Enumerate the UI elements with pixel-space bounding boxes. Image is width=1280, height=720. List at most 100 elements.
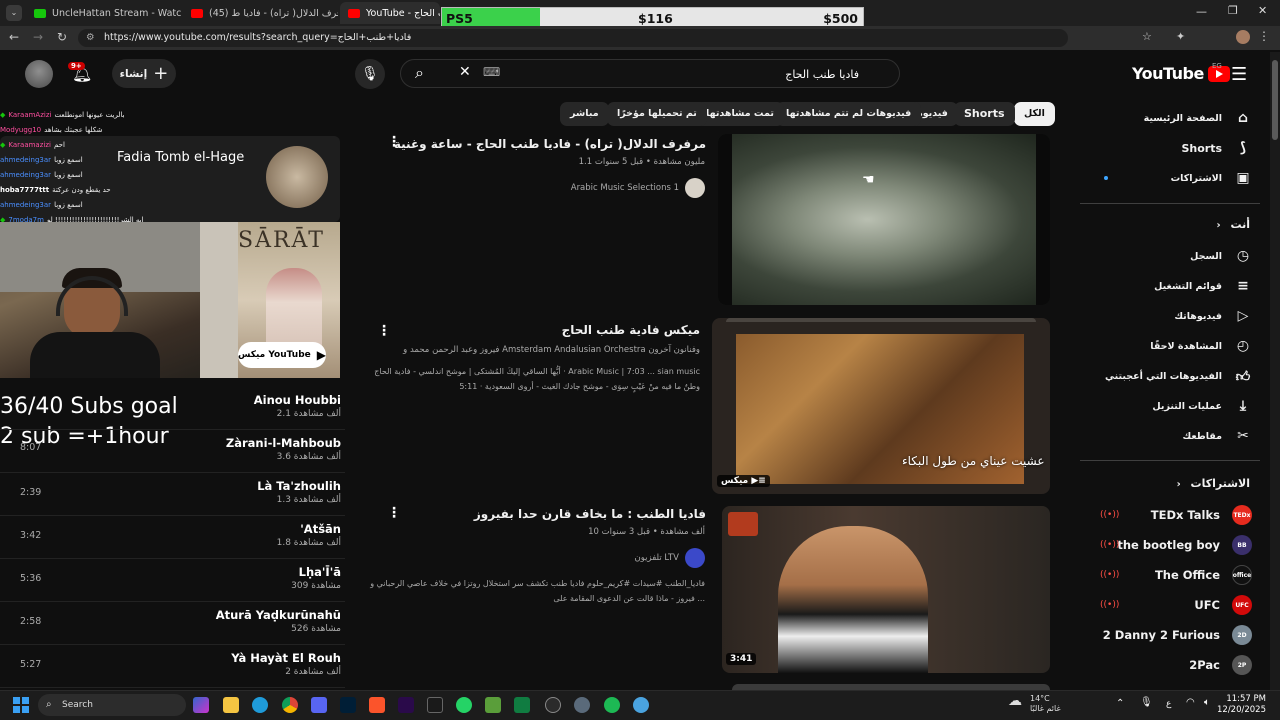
wifi-icon[interactable]: ◠ (1186, 697, 1195, 708)
page-scrollbar[interactable] (1270, 52, 1280, 690)
your-videos-icon: ▷ (1237, 308, 1249, 324)
search-icon[interactable]: ⌕ (415, 63, 424, 83)
minimize-button[interactable]: — (1196, 5, 1207, 18)
track-duration: 2:58 (20, 616, 42, 627)
sidebar-item-clips[interactable]: مقاطعك ✂ (1080, 421, 1260, 451)
guide-menu-icon[interactable]: ☰ (1231, 64, 1247, 85)
taskbar-clock[interactable]: 11:57 PM 12/20/2025 (1217, 694, 1266, 716)
browser-tab-stream[interactable]: UncleHattan Stream - Watch Li... ✕ (26, 2, 181, 24)
chrome-icon[interactable] (282, 697, 298, 713)
chip-unwatched[interactable]: فيديوهات لم تتم مشاهدتها (776, 102, 922, 126)
chip-live[interactable]: مباشر (560, 102, 609, 126)
video-title[interactable]: مرفرف الدلال( تراه) - فاديا طنب الحاج - … (394, 137, 706, 151)
playlist-track[interactable]: 3:42 'Atšān 1.8 ألف مشاهدة (0, 516, 345, 559)
sidebar-item-home[interactable]: الصفحة الرئيسية ⌂ (1080, 103, 1260, 133)
extensions-icon[interactable]: ✦ (1176, 30, 1185, 43)
whatsapp-icon[interactable] (456, 697, 472, 713)
sidebar-item-your-videos[interactable]: فيديوهاتك ▷ (1080, 301, 1260, 331)
site-info-icon[interactable]: ⚙ (86, 29, 95, 47)
copilot-icon[interactable] (193, 697, 209, 713)
voice-search-button[interactable]: 🎙 (355, 59, 385, 89)
video-thumbnail[interactable]: ☚ (718, 134, 1050, 305)
sub-item-2pac[interactable]: 2Pac 2P (1080, 650, 1260, 680)
search-box[interactable]: ⌨ ✕ ⌕ (400, 59, 900, 88)
playlist-track[interactable]: 5:36 Lḥa'Ī'ā 309 مشاهدة (0, 559, 345, 602)
channel-avatar: TEDx (1232, 505, 1252, 525)
capcut-icon[interactable] (427, 697, 443, 713)
maximize-button[interactable]: ❐ (1228, 4, 1238, 17)
youtube-mix-pill[interactable]: ميكس YouTube ▶ (238, 342, 326, 368)
more-actions-icon[interactable]: ⋮ (387, 134, 401, 150)
chip-watched[interactable]: تمت مشاهدتها (696, 102, 784, 126)
subscriptions-section-title[interactable]: › الاشتراكات (1080, 477, 1250, 490)
video-thumbnail[interactable]: 3:41 (722, 506, 1050, 673)
back-button[interactable]: ← (4, 27, 24, 47)
sidebar-item-watch-later[interactable]: المشاهدة لاحقًا ◴ (1080, 331, 1260, 361)
close-window-button[interactable]: ✕ (1258, 4, 1267, 17)
windows-start-icon[interactable] (13, 697, 29, 713)
obs-icon[interactable] (545, 697, 561, 713)
volume-icon[interactable]: 🔈︎ (1204, 697, 1210, 708)
chip-shorts[interactable]: Shorts (954, 102, 1015, 126)
taskbar-search[interactable]: ⌕ Search (38, 694, 186, 716)
tray-chevron-icon[interactable]: ⌃ (1116, 698, 1124, 709)
channel-row[interactable]: Arabic Music Selections 1 (571, 178, 705, 198)
excel-icon[interactable] (514, 697, 530, 713)
language-indicator[interactable]: ع (1166, 699, 1171, 709)
browser-tab-search[interactable]: YouTube - فاديا طنب الحاج (340, 2, 440, 24)
brave-icon[interactable] (369, 697, 385, 713)
browser-tab-video[interactable]: (45) مرفرف الدلال( تراه) - فاديا ط... ✕ (183, 2, 338, 24)
playlist-track[interactable]: 2:58 Aturā Yaḍkurūnahū 526 مشاهدة (0, 602, 345, 645)
bookmark-star-icon[interactable]: ☆ (1142, 30, 1152, 43)
photoshop-icon[interactable] (340, 697, 356, 713)
sidebar-item-history[interactable]: السجل ◷ (1080, 241, 1260, 271)
video-title[interactable]: ميكس فادية طنب الحاج (562, 323, 700, 337)
playlist-track[interactable]: Ainou Houbbi 2.1 ألف مشاهدة (0, 387, 345, 430)
chip-recently-uploaded[interactable]: تم تحميلها مؤخرًا (607, 102, 707, 126)
chip-all[interactable]: الكل (1014, 102, 1055, 126)
discord-icon[interactable] (311, 697, 327, 713)
channel-avatar: 2D (1232, 625, 1252, 645)
edge-icon[interactable] (252, 697, 268, 713)
tab-search-button[interactable]: ⌄ (6, 5, 22, 21)
account-avatar[interactable] (25, 60, 53, 88)
clear-search-icon[interactable]: ✕ (459, 64, 471, 80)
mix-track-line[interactable]: أيُّها الساقي إليكَ المُشتكى | موشح اندل… (374, 364, 700, 379)
sub-item-2danny2furious[interactable]: 2 Danny 2 Furious 2D (1080, 620, 1260, 650)
reload-button[interactable]: ↻ (52, 27, 72, 47)
playlist-track[interactable]: 2:39 Là Ta'zhoulih 1.3 ألف مشاهدة (0, 473, 345, 516)
settings-icon[interactable] (574, 697, 590, 713)
mix-thumbnail[interactable]: عشيت عيناي من طول البكاء ميكس ▶︎≡ (712, 318, 1050, 494)
create-button[interactable]: إنشاء + (112, 59, 176, 88)
spotify-icon[interactable] (604, 697, 620, 713)
more-actions-icon[interactable]: ⋮ (387, 505, 401, 521)
scrollbar-thumb[interactable] (1272, 60, 1278, 140)
track-views: 2.1 ألف مشاهدة (276, 409, 341, 419)
video-title[interactable]: فاديا الطنب : ما بخاف قارن حدا بفيروز (474, 507, 706, 521)
minecraft-icon[interactable] (485, 697, 501, 713)
sidebar-item-playlists[interactable]: قوائم التشغيل ≡ (1080, 271, 1260, 301)
search-input[interactable] (559, 65, 859, 83)
more-actions-icon[interactable]: ⋮ (377, 323, 391, 339)
url-bar[interactable]: ⚙ https://www.youtube.com/results?search… (78, 29, 1068, 47)
you-section-title[interactable]: › أنت (1080, 218, 1250, 231)
sidebar-item-liked[interactable]: الفيديوهات التي أعجبتني 👍︎ (1080, 361, 1260, 391)
forward-button[interactable]: → (28, 27, 48, 47)
webcam-feed (0, 222, 238, 378)
premiere-icon[interactable] (398, 697, 414, 713)
file-explorer-icon[interactable] (223, 697, 239, 713)
playlist-track[interactable]: 5:27 Yà Hayàt El Rouh 2 ألف مشاهدة (0, 645, 345, 688)
weather-widget[interactable]: ☁ 14°C غائم غالبًا (1008, 694, 1061, 714)
profile-avatar[interactable] (1236, 30, 1250, 44)
video-description: فيروز - ماذا قالت عن الدعوى المقامة على … (553, 594, 705, 603)
mic-tray-icon[interactable]: 🎙 (1140, 697, 1153, 708)
sidebar-item-downloads[interactable]: عمليات التنزيل ⤓ (1080, 391, 1260, 421)
channel-row[interactable]: تلفزيون LTV (635, 548, 705, 568)
mix-track-line[interactable]: وطنٌ ما فيه منْ عَيْبٍ سِوَى - موشح جادك… (459, 379, 700, 394)
keyboard-icon[interactable]: ⌨ (483, 65, 500, 79)
sidebar-divider (1080, 203, 1260, 204)
sidebar-item-shorts[interactable]: Shorts ⟆ (1080, 133, 1260, 163)
browser-menu-icon[interactable]: ⋮ (1258, 29, 1270, 43)
browser-extra-icon[interactable] (633, 697, 649, 713)
playlist-track[interactable]: 8:07 Zàrani-l-Mahboub 3.6 ألف مشاهدة (0, 430, 345, 473)
